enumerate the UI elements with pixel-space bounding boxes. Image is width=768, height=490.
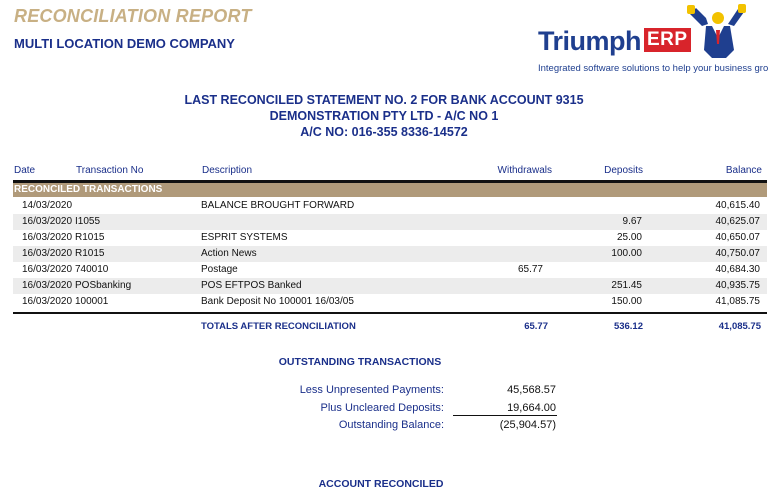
subtotal-rule (453, 415, 557, 416)
account-name: DEMONSTRATION PTY LTD - A/C NO 1 (269, 109, 499, 123)
row-description: ESPRIT SYSTEMS (201, 232, 288, 243)
row-transaction-no: POSbanking (75, 280, 132, 291)
outstanding-balance-value: (25,904.57) (499, 419, 556, 431)
unpresented-payments-value: 45,568.57 (507, 384, 556, 396)
column-header-date: Date (14, 165, 36, 176)
row-date: 14/03/2020 (22, 200, 73, 211)
company-logo: Triumph ERP Integrated software solution… (536, 4, 768, 76)
totals-balance: 41,085.75 (718, 321, 761, 332)
celebrating-figure-icon (687, 4, 746, 58)
column-header-withdrawals: Withdrawals (497, 165, 552, 176)
table-row: 16/03/2020 R1015 Action News 100.00 40,750.0… (13, 246, 767, 262)
row-date: 16/03/2020 (22, 296, 73, 307)
section-header-reconciled: RECONCILED TRANSACTIONS (13, 183, 767, 197)
row-description: Action News (201, 248, 257, 259)
row-description: Postage (201, 264, 238, 275)
row-deposit: 25.00 (616, 232, 642, 243)
uncleared-deposits-value: 19,664.00 (507, 402, 556, 414)
row-balance: 40,615.40 (715, 200, 761, 211)
table-row: 14/03/2020 BALANCE BROUGHT FORWARD 40,615.… (13, 198, 767, 214)
row-transaction-no: 740010 (75, 264, 109, 275)
totals-withdrawals: 65.77 (524, 321, 548, 332)
row-description: POS EFTPOS Banked (201, 280, 302, 291)
table-row: 16/03/2020 I1055 9.67 40,625.07 (13, 214, 767, 230)
account-reconciled-status: ACCOUNT RECONCILED (318, 478, 444, 490)
column-header-deposits: Deposits (604, 165, 643, 176)
table-row: 16/03/2020 POSbanking POS EFTPOS Banked 251… (13, 278, 767, 294)
row-transaction-no: 100001 (75, 296, 109, 307)
statement-heading: LAST RECONCILED STATEMENT NO. 2 FOR BANK… (184, 93, 584, 107)
report-title: RECONCILIATION REPORT (14, 6, 252, 26)
column-header-transaction-no: Transaction No (76, 165, 144, 176)
row-balance: 40,650.07 (715, 232, 761, 243)
row-date: 16/03/2020 (22, 216, 73, 227)
row-date: 16/03/2020 (22, 264, 73, 275)
table-row: 16/03/2020 100001 Bank Deposit No 100001 1… (13, 294, 767, 310)
table-row: 16/03/2020 740010 Postage 65.77 40,684.30 (13, 262, 767, 278)
row-deposit: 100.00 (611, 248, 642, 259)
column-header-balance: Balance (725, 165, 762, 176)
row-balance: 40,684.30 (715, 264, 761, 275)
logo-tagline: Integrated software solutions to help yo… (538, 63, 768, 74)
column-header-description: Description (202, 165, 253, 176)
row-balance: 41,085.75 (715, 296, 761, 307)
row-transaction-no: R1015 (75, 248, 105, 259)
row-date: 16/03/2020 (22, 280, 73, 291)
row-deposit: 251.45 (611, 280, 642, 291)
logo-wordmark: Triumph (538, 26, 642, 56)
row-date: 16/03/2020 (22, 248, 73, 259)
totals-deposits: 536.12 (613, 321, 643, 332)
unpresented-payments-label: Less Unpresented Payments: (299, 384, 444, 396)
row-balance: 40,750.07 (715, 248, 761, 259)
row-deposit: 9.67 (622, 216, 642, 227)
totals-label: TOTALS AFTER RECONCILIATION (201, 321, 356, 332)
uncleared-deposits-label: Plus Uncleared Deposits: (320, 402, 444, 414)
outstanding-title: OUTSTANDING TRANSACTIONS (278, 356, 442, 368)
company-name: MULTI LOCATION DEMO COMPANY (14, 36, 235, 51)
row-date: 16/03/2020 (22, 232, 73, 243)
row-transaction-no: I1055 (75, 216, 101, 227)
row-transaction-no: R1015 (75, 232, 105, 243)
row-withdrawal: 65.77 (517, 264, 543, 275)
account-number: A/C NO: 016-355 8336-14572 (300, 125, 468, 139)
totals-rule (13, 312, 767, 314)
row-description: Bank Deposit No 100001 16/03/05 (201, 296, 354, 307)
table-row: 16/03/2020 R1015 ESPRIT SYSTEMS 25.00 40,650… (13, 230, 767, 246)
row-balance: 40,935.75 (715, 280, 761, 291)
outstanding-balance-label: Outstanding Balance: (338, 419, 444, 431)
row-description: BALANCE BROUGHT FORWARD (201, 200, 355, 211)
row-balance: 40,625.07 (715, 216, 761, 227)
row-deposit: 150.00 (611, 296, 642, 307)
